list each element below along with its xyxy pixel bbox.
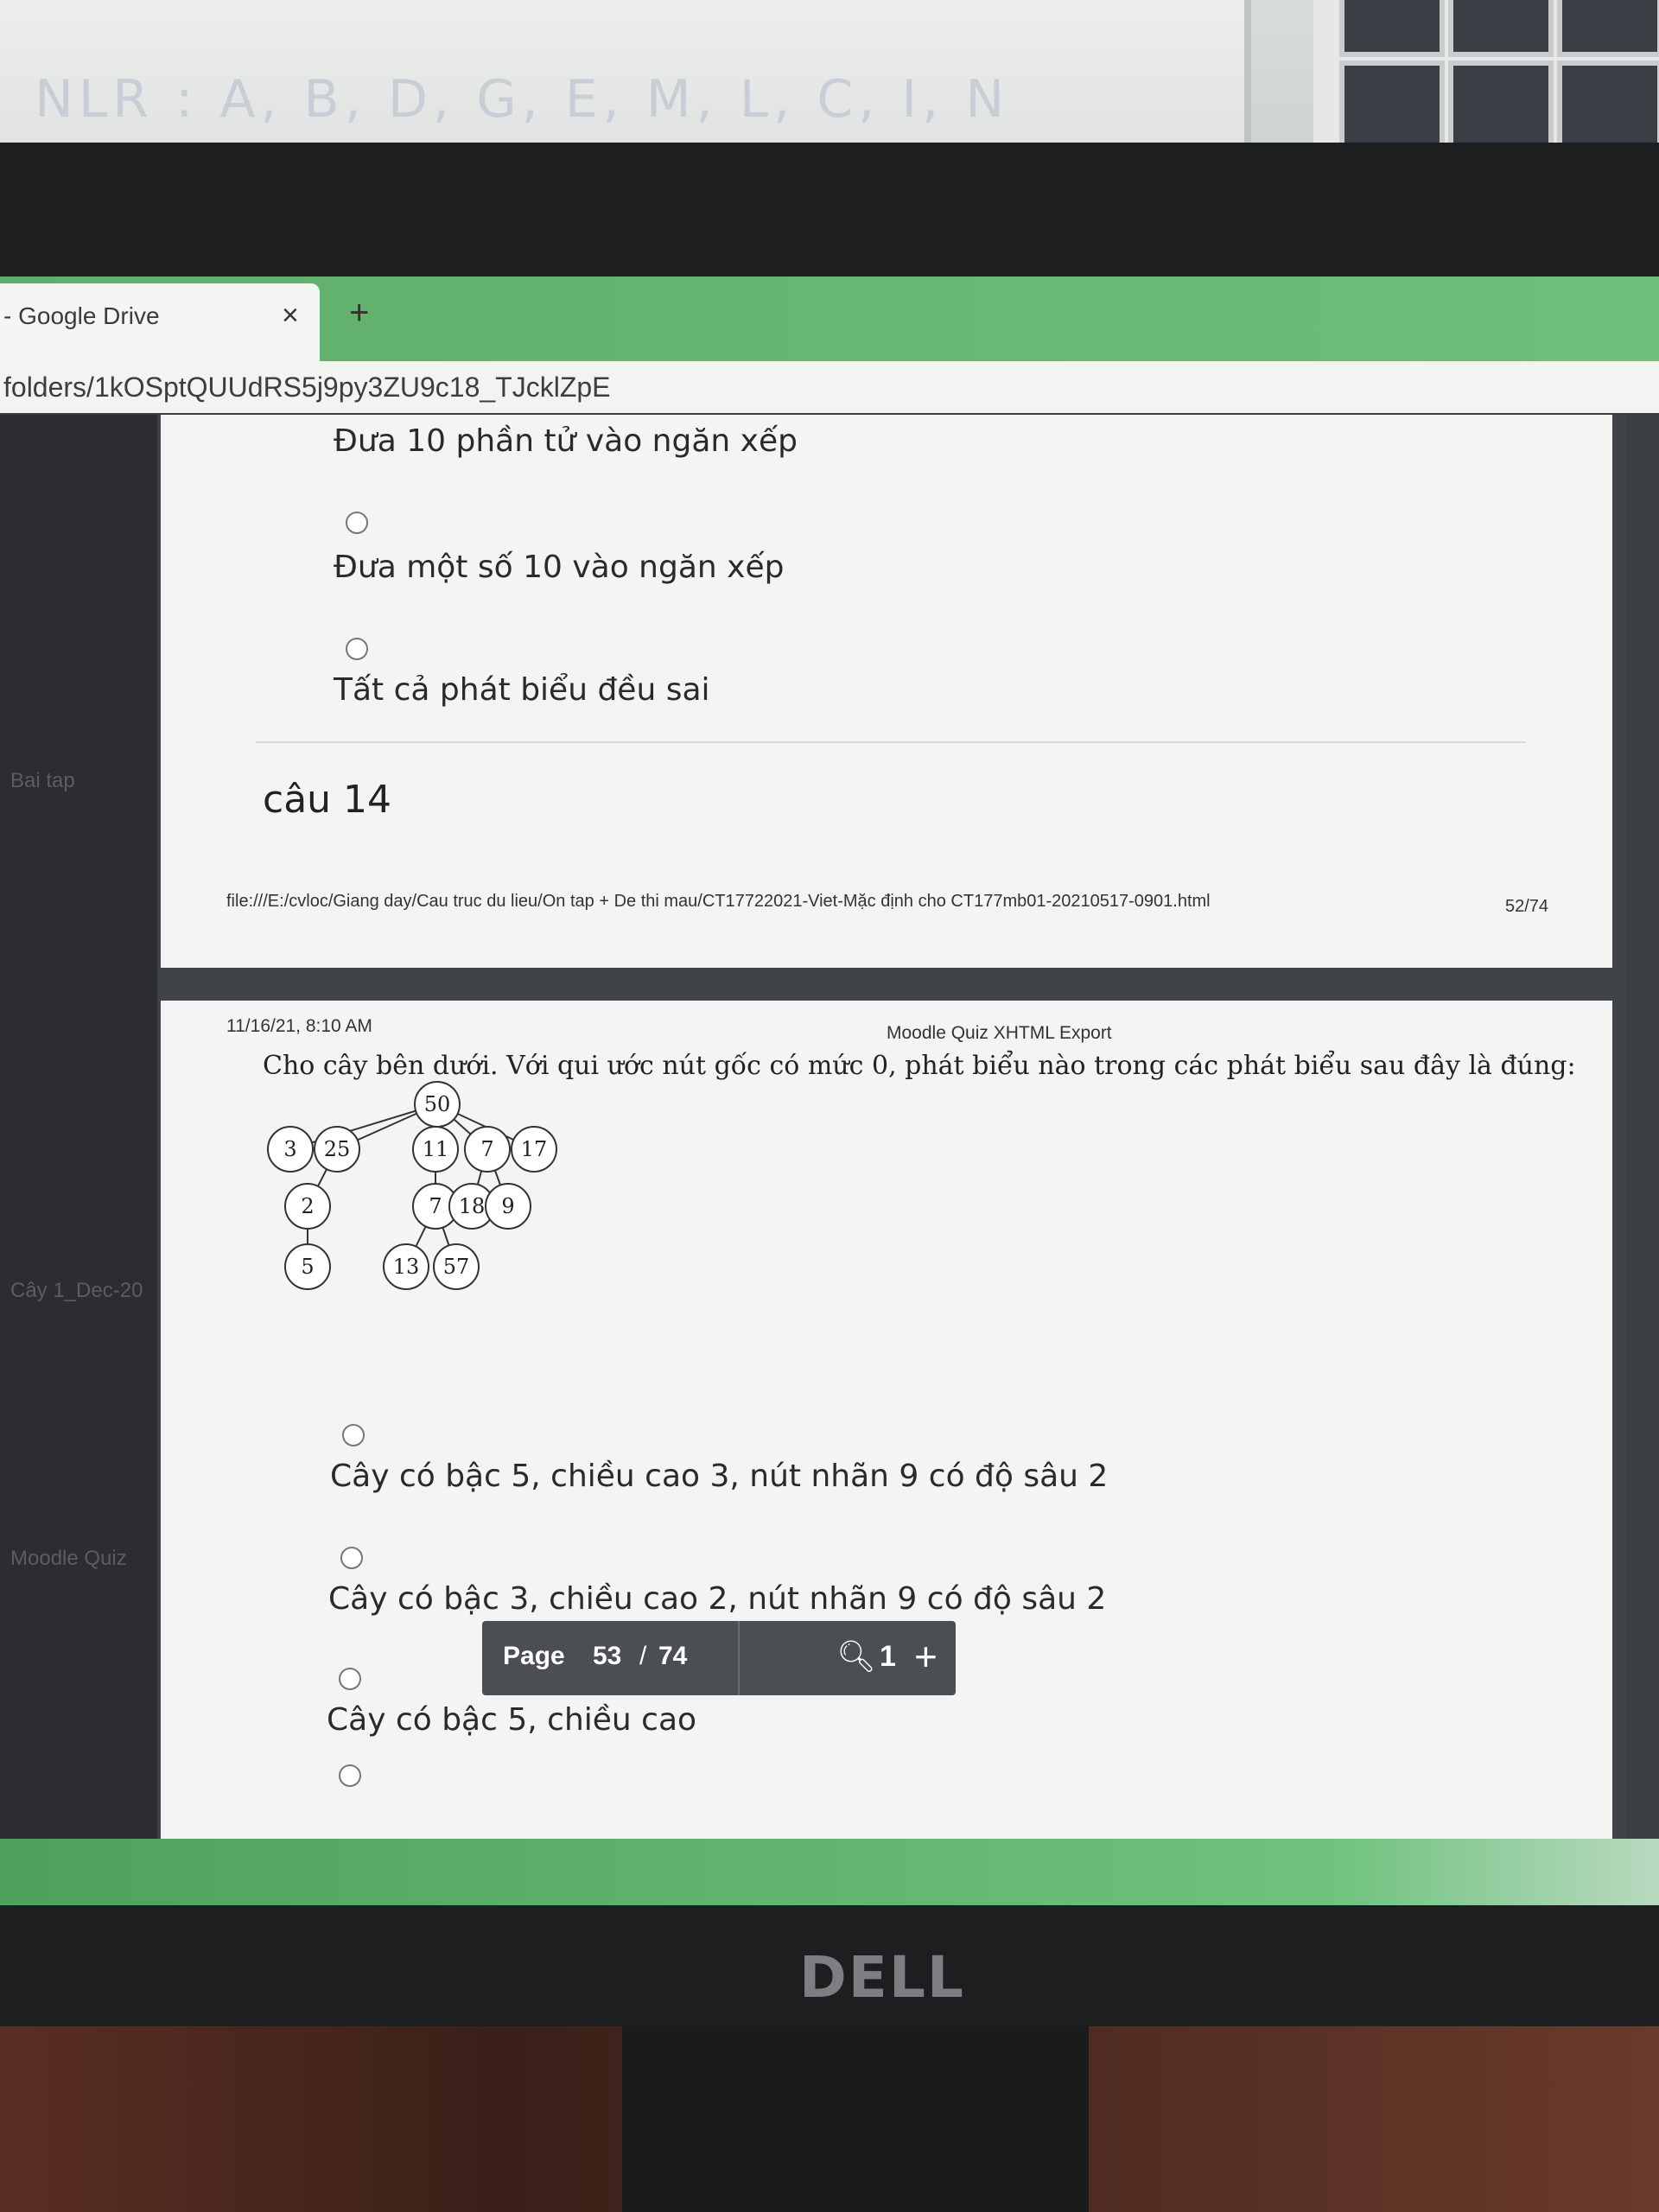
tree-node-label: 13 [393,1255,420,1279]
tree-node-label: 2 [301,1194,314,1218]
tree-diagram: 50 3 25 11 7 17 2 7 18 9 5 13 57 [267,1081,557,1290]
radio-button[interactable] [346,512,368,534]
tree-node: 25 [314,1126,360,1173]
whiteboard-text: NLR : A, B, D, G, E, M, L, C, I, N [35,69,1010,130]
tree-node: 13 [383,1243,429,1290]
address-bar[interactable]: folders/1kOSptQUUdRS5j9py3ZU9c18_TJcklZp… [0,361,1659,413]
tree-node: 11 [412,1126,459,1173]
option-text: Đưa 10 phần tử vào ngăn xếp [334,423,798,459]
tree-node: 9 [485,1183,531,1230]
header-date: 11/16/21, 8:10 AM [226,1016,372,1036]
radio-button[interactable] [346,638,368,660]
dell-logo: DELL [799,1944,965,2011]
tree-node: 5 [284,1243,331,1290]
close-icon[interactable]: × [282,299,299,333]
browser-tab[interactable]: - Google Drive × [0,283,320,372]
tree-node-label: 18 [459,1194,486,1218]
monitor-screen: - Google Drive × + folders/1kOSptQUUdRS5… [0,276,1659,1910]
tree-node-label: 7 [429,1194,442,1218]
tree-node: 7 [464,1126,511,1173]
pdf-page: 11/16/21, 8:10 AM Moodle Quiz XHTML Expo… [161,1001,1612,1910]
tree-node-label: 9 [501,1194,514,1218]
question-text: Cho cây bên dưới. Với qui ước nút gốc có… [263,1051,1576,1081]
tree-node-label: 57 [443,1255,470,1279]
current-page-input[interactable]: 53 [593,1642,621,1671]
tree-node-label: 11 [423,1137,449,1161]
sidebar-item-moodle-quiz[interactable]: Moodle Quiz [10,1547,127,1571]
radio-button[interactable] [342,1424,365,1446]
radio-button[interactable] [339,1764,361,1787]
tree-node: 17 [511,1126,557,1173]
tree-node-label: 17 [521,1137,548,1161]
answer-text: Cây có bậc 5, chiều cao [327,1702,697,1738]
sidebar-item-bai-tap[interactable]: Bai tap [10,769,75,793]
new-tab-button[interactable]: + [349,294,369,333]
tree-node: 50 [414,1081,461,1128]
answer-text: Cây có bậc 3, chiều cao 2, nút nhãn 9 có… [328,1581,1107,1617]
sidebar-item-cay[interactable]: Cây 1_Dec-20 [10,1279,143,1303]
tree-node-label: 50 [424,1092,451,1116]
option-text: Tất cả phát biểu đều sai [334,672,710,708]
radio-button[interactable] [339,1668,361,1690]
header-title: Moodle Quiz XHTML Export [887,1023,1112,1043]
window-pane [1339,0,1445,57]
window-pane [1448,0,1554,57]
tree-node-label: 3 [283,1137,296,1161]
pdf-page: Đưa 10 phần tử vào ngăn xếp Đưa một số 1… [161,415,1612,968]
url-text[interactable]: folders/1kOSptQUUdRS5j9py3ZU9c18_TJcklZp… [3,372,611,404]
zoom-in-button[interactable]: + [914,1633,938,1680]
divider [256,741,1526,743]
tree-node-label: 7 [480,1137,493,1161]
drive-footer-band [0,1839,1659,1910]
window-pane [1557,0,1659,57]
option-text: Đưa một số 10 vào ngăn xếp [334,550,785,585]
question-heading: câu 14 [263,778,392,822]
footer-path: file:///E:/cvloc/Giang day/Cau truc du l… [226,892,1211,911]
pdf-page-toolbar: Page 53 / 74 🔍︎ 1 + [482,1621,956,1695]
monitor-stand [622,2026,1089,2212]
tree-node-label: 25 [324,1137,351,1161]
browser-tab-bar: - Google Drive × + [0,276,1659,372]
footer-page-number: 52/74 [1505,897,1549,916]
radio-button[interactable] [340,1547,363,1569]
tree-node: 3 [267,1126,314,1173]
answer-text: Cây có bậc 5, chiều cao 3, nút nhãn 9 có… [330,1459,1109,1494]
zoom-level: 1 [880,1640,896,1673]
tree-node-label: 5 [301,1255,314,1279]
zoom-icon[interactable]: 🔍︎ [836,1638,876,1675]
tree-node: 2 [284,1183,331,1230]
toolbar-divider [738,1621,740,1695]
page-label: Page [503,1642,565,1670]
tab-title: - Google Drive [3,302,160,329]
total-pages: 74 [658,1642,688,1670]
drive-sidebar: Bai tap Cây 1_Dec-20 Moodle Quiz [0,415,157,1910]
page-separator: / [639,1642,647,1670]
tree-node: 57 [433,1243,480,1290]
